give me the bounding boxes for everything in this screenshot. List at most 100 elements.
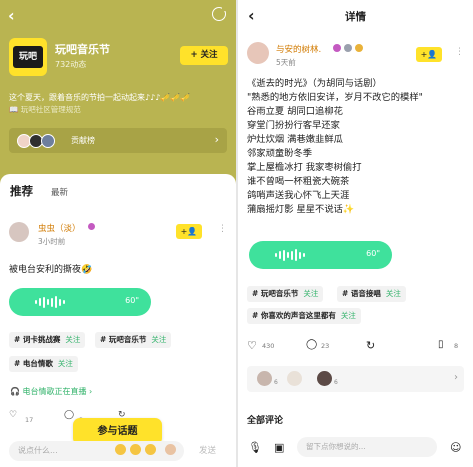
clap-emoji-icon[interactable] (165, 444, 176, 455)
topic-tag-title: # 玩吧音乐节 (100, 335, 147, 344)
topic-follow-link[interactable]: 关注 (58, 359, 73, 368)
like-heart-icon[interactable]: ♡ (9, 410, 17, 420)
add-user-icon: +👤 (180, 227, 198, 236)
visitor-avatar (317, 371, 332, 386)
poem-line: 邻家顽童盼冬季 (247, 148, 313, 159)
voice-player[interactable]: 60" (249, 241, 392, 269)
chevron-right-icon: › (214, 133, 219, 146)
like-count: 17 (25, 416, 34, 424)
microphone-icon[interactable]: 🎙 (248, 441, 262, 454)
visitor-avatar (257, 371, 272, 386)
contributors-bar[interactable]: 贡献榜 › (9, 128, 227, 153)
poem-line: 穿堂门扮扮行客早还家 (247, 120, 340, 131)
group-logo-text: 玩吧 (13, 46, 43, 68)
topic-tag-title: # 词卡挑战赛 (14, 335, 61, 344)
group-logo: 玩吧 (9, 38, 47, 76)
post-username[interactable]: 虫虫（淡） (38, 222, 81, 234)
visitors-bar[interactable]: 6 6 › (247, 366, 464, 392)
voice-duration: 60" (366, 249, 380, 258)
waveform-icon (275, 249, 305, 261)
refresh-icon[interactable] (212, 5, 228, 21)
group-page: ‹ 玩吧 玩吧音乐节 732动态 + 关注 这个夏天，跟着音乐的节拍一起动起来♪… (0, 0, 236, 467)
visitor-count: 6 (334, 379, 338, 386)
topic-follow-link[interactable]: 关注 (341, 311, 356, 320)
post-text: 《逝去的时光》（为胡同与话剧） "熟悉的地方依旧安详，岁月不改它的模样" 谷雨立… (247, 77, 469, 217)
comment-input[interactable]: 说点什么... (9, 441, 184, 461)
poem-line: 谷雨立夏 胡同口追柳花 (247, 106, 343, 117)
poem-line: 《逝去的时光》（为胡同与话剧） (247, 78, 382, 89)
rules-link[interactable]: 📖 玩吧社区管理规范 (9, 104, 81, 115)
group-description: 这个夏天，跟着音乐的节拍一起动起来♪♪♪🎺🎺🎺 (9, 93, 191, 102)
more-options-icon[interactable]: ⋮ (455, 47, 464, 57)
topic-follow-link[interactable]: 关注 (386, 289, 401, 298)
poem-line: 谁不曾喝一杯粗瓷大碗茶 (247, 176, 350, 187)
page-title: 详情 (345, 11, 366, 23)
chevron-right-icon: › (454, 372, 458, 383)
comment-bubble-icon[interactable]: ◯ (64, 410, 74, 420)
post-time: 3小时前 (38, 237, 66, 246)
user-badge-icon (88, 223, 95, 230)
contributors-label: 贡献榜 (71, 136, 95, 145)
post-username[interactable]: 与安的树林. (276, 43, 321, 55)
waveform-icon (35, 296, 65, 308)
group-title: 玩吧音乐节 (55, 43, 110, 56)
comment-count: 23 (321, 342, 330, 350)
add-friend-button[interactable]: +👤 (176, 224, 202, 239)
share-icon[interactable]: ↻ (366, 339, 378, 352)
voice-duration: 60" (125, 296, 139, 305)
emoji-icon[interactable] (115, 444, 126, 455)
topic-tag-title: # 电台情歌 (14, 359, 53, 368)
topic-tag[interactable]: # 玩吧音乐节 关注 (247, 286, 324, 302)
feed-card: 推荐 最新 虫虫（淡） 3小时前 +👤 ⋮ 被电台安利的撕夜🤣 60" # 词卡… (0, 174, 236, 467)
live-link[interactable]: 🎧 电台情歌正在直播 › (10, 386, 92, 397)
image-icon[interactable]: ▣ (274, 441, 286, 454)
post-text: 被电台安利的撕夜🤣 (9, 265, 93, 275)
medal-icon (344, 44, 352, 52)
follow-group-button[interactable]: + 关注 (180, 46, 228, 65)
add-user-icon: +👤 (420, 50, 438, 59)
topic-tag-title: # 玩吧音乐节 (252, 289, 299, 298)
topic-tag-title: # 语音接唱 (342, 289, 381, 298)
topic-follow-link[interactable]: 关注 (65, 335, 80, 344)
user-badge-icon (333, 44, 341, 52)
tab-recommended[interactable]: 推荐 (10, 183, 33, 199)
topic-tag[interactable]: # 电台情歌 关注 (9, 356, 78, 372)
visitor-count: 6 (274, 379, 278, 386)
comment-input[interactable]: 留下点你想说的... (297, 437, 437, 457)
voice-player[interactable]: 60" (9, 288, 151, 316)
topic-follow-link[interactable]: 关注 (303, 289, 318, 298)
post-detail-page: ‹ 详情 与安的树林. 5天前 +👤 ⋮ 《逝去的时光》（为胡同与话剧） "熟悉… (238, 0, 473, 467)
more-options-icon[interactable]: ⋮ (218, 224, 227, 234)
avatar[interactable] (9, 222, 29, 242)
topic-tag[interactable]: # 玩吧音乐节 关注 (95, 332, 172, 348)
topic-tag[interactable]: # 词卡挑战赛 关注 (9, 332, 86, 348)
all-comments-heading: 全部评论 (247, 416, 284, 426)
post-time: 5天前 (276, 58, 296, 67)
contributor-avatar (41, 134, 55, 148)
visitor-avatar (287, 371, 302, 386)
back-arrow-icon[interactable]: ‹ (8, 6, 15, 25)
emoji-icon[interactable]: ☺ (450, 441, 462, 454)
poem-line: 掌上屋檐冰打 我家枣树偷打 (247, 162, 362, 173)
topic-follow-link[interactable]: 关注 (151, 335, 166, 344)
add-friend-button[interactable]: +👤 (416, 47, 442, 62)
poem-line: 鸽哨声送我心怀飞上天涯 (247, 190, 350, 201)
bookmark-icon[interactable]: ▯ (438, 339, 450, 351)
comment-bubble-icon[interactable]: ◯ (306, 339, 318, 351)
topic-tag[interactable]: # 你喜欢的声音这里都有 关注 (247, 308, 361, 324)
topic-tag-title: # 你喜欢的声音这里都有 (252, 311, 336, 320)
like-heart-icon[interactable]: ♡ (247, 339, 259, 352)
like-count: 430 (262, 342, 275, 350)
topic-tag[interactable]: # 语音接唱 关注 (337, 286, 406, 302)
poem-line: 蒲扇摇灯影 星星不说话✨ (247, 204, 355, 215)
poem-line: 炉灶炊烟 满巷嫩韭鲜瓜 (247, 134, 343, 145)
send-button[interactable]: 发送 (199, 444, 216, 456)
tab-latest[interactable]: 最新 (51, 186, 68, 198)
poem-line: "熟悉的地方依旧安详，岁月不改它的模样" (247, 92, 423, 103)
emoji-icon[interactable] (145, 444, 156, 455)
group-post-count: 732动态 (55, 60, 87, 69)
bookmark-count: 8 (454, 342, 459, 350)
trophy-icon (355, 44, 363, 52)
avatar[interactable] (247, 42, 269, 64)
emoji-icon[interactable] (130, 444, 141, 455)
